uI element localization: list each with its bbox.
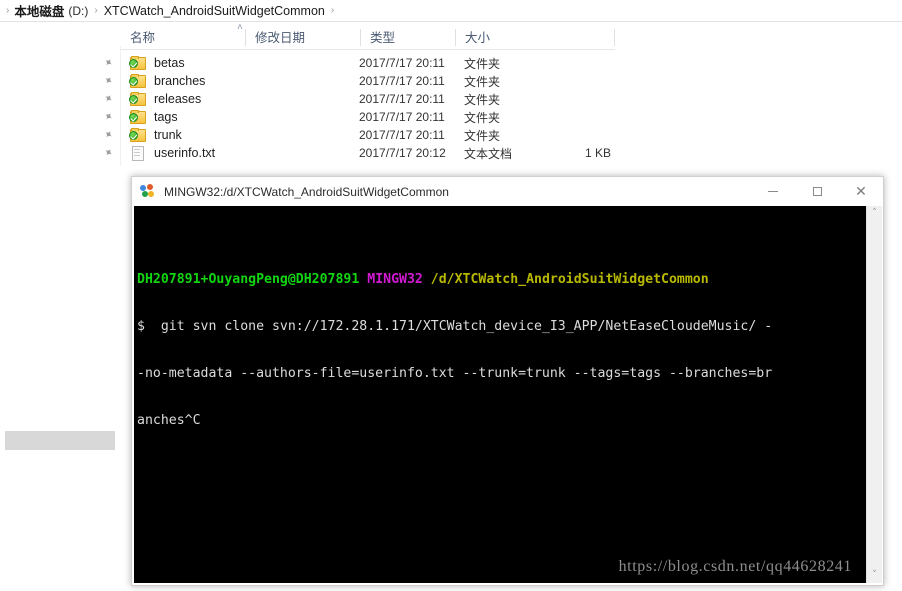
- file-date: 2017/7/17 20:11: [359, 110, 445, 124]
- column-divider-4[interactable]: [614, 29, 615, 46]
- command-line-wrap: anches^C: [137, 412, 201, 428]
- file-name: betas: [154, 56, 185, 70]
- table-row[interactable]: branches 2017/7/17 20:11 文件夹: [129, 72, 620, 90]
- command-line: $ git svn clone svn://172.28.1.171/XTCWa…: [137, 319, 773, 335]
- file-list-panel: 名称 ˄ 修改日期 类型 大小 ✦ ✦ ✦ ✦ ✦ ✦ betas 2017/7…: [0, 22, 902, 167]
- file-name: trunk: [154, 128, 182, 142]
- prompt-shell: MINGW32: [367, 272, 423, 288]
- column-divider-1[interactable]: [245, 29, 246, 46]
- scroll-up-arrow-icon[interactable]: ˄: [867, 206, 882, 221]
- file-type: 文件夹: [464, 56, 501, 71]
- file-name: userinfo.txt: [154, 146, 216, 160]
- column-header-name[interactable]: 名称: [130, 27, 155, 46]
- prompt-line: DH207891+OuyangPeng@DH207891 MINGW32 /d/…: [137, 272, 868, 288]
- name-column-left-rule: [120, 46, 121, 166]
- breadcrumb-leading-chevron-icon[interactable]: ›: [0, 5, 14, 16]
- file-type: 文本文档: [464, 146, 513, 161]
- scrollbar-thumb[interactable]: [868, 222, 881, 567]
- file-date: 2017/7/17 20:11: [359, 74, 445, 88]
- breadcrumb-chevron-2-icon[interactable]: ›: [325, 5, 340, 16]
- pin-icon[interactable]: ✦: [96, 141, 119, 165]
- mingw32-terminal-window[interactable]: MINGW32:/d/XTCWatch_AndroidSuitWidgetCom…: [131, 176, 884, 586]
- window-titlebar[interactable]: MINGW32:/d/XTCWatch_AndroidSuitWidgetCom…: [132, 177, 883, 206]
- maximize-button[interactable]: [795, 177, 839, 206]
- window-title: MINGW32:/d/XTCWatch_AndroidSuitWidgetCom…: [164, 184, 449, 199]
- file-list-column-headers: 名称 ˄ 修改日期 类型 大小: [120, 23, 620, 49]
- file-date: 2017/7/17 20:12: [359, 146, 446, 160]
- pin-column: ✦ ✦ ✦ ✦ ✦ ✦: [100, 54, 116, 162]
- file-type: 文件夹: [464, 74, 501, 89]
- watermark-text: https://blog.csdn.net/qq44628241: [618, 558, 852, 576]
- command-line-wrap: -no-metadata --authors-file=userinfo.txt…: [137, 365, 773, 381]
- sort-ascending-icon[interactable]: ˄: [237, 23, 243, 33]
- scroll-down-arrow-icon[interactable]: ˅: [867, 568, 882, 583]
- breadcrumb-item-folder[interactable]: XTCWatch_AndroidSuitWidgetCommon: [104, 4, 325, 18]
- folder-svn-icon: [129, 110, 146, 124]
- breadcrumb[interactable]: › 本地磁盘 (D:) › XTCWatch_AndroidSuitWidget…: [0, 0, 902, 21]
- folder-svn-icon: [129, 92, 146, 106]
- file-date: 2017/7/17 20:11: [359, 128, 445, 142]
- table-row[interactable]: trunk 2017/7/17 20:11 文件夹: [129, 126, 620, 144]
- file-rows: betas 2017/7/17 20:11 文件夹 branches 2017/…: [129, 54, 620, 162]
- file-type: 文件夹: [464, 110, 501, 125]
- gray-placeholder-block: [5, 431, 115, 450]
- file-size: 1 KB: [584, 146, 611, 160]
- column-divider-2[interactable]: [360, 29, 361, 46]
- table-row[interactable]: tags 2017/7/17 20:11 文件夹: [129, 108, 620, 126]
- table-row[interactable]: userinfo.txt 2017/7/17 20:12 文本文档 1 KB: [130, 144, 620, 162]
- file-name: branches: [154, 74, 206, 88]
- prompt-user-host: DH207891+OuyangPeng@DH207891: [137, 272, 360, 288]
- close-button[interactable]: ✕: [839, 177, 883, 206]
- breadcrumb-chevron-1-icon[interactable]: ›: [88, 5, 103, 16]
- file-type: 文件夹: [464, 92, 501, 107]
- prompt-path: /d/XTCWatch_AndroidSuitWidgetCommon: [430, 272, 709, 288]
- minimize-button[interactable]: [751, 177, 795, 206]
- terminal-scrollbar[interactable]: ˄ ˅: [866, 206, 882, 583]
- git-bash-icon: [140, 184, 155, 199]
- text-document-icon: [130, 146, 146, 161]
- file-date: 2017/7/17 20:11: [359, 56, 445, 70]
- folder-svn-icon: [129, 74, 146, 88]
- column-header-size[interactable]: 大小: [465, 27, 490, 46]
- column-header-date[interactable]: 修改日期: [255, 27, 305, 46]
- folder-svn-icon: [129, 128, 146, 142]
- breadcrumb-item-drive-letter[interactable]: (D:): [68, 4, 88, 18]
- column-header-divider: [120, 49, 615, 50]
- breadcrumb-item-drive-label[interactable]: 本地磁盘: [14, 1, 64, 20]
- table-row[interactable]: releases 2017/7/17 20:11 文件夹: [129, 90, 620, 108]
- table-row[interactable]: betas 2017/7/17 20:11 文件夹: [129, 54, 620, 72]
- file-type: 文件夹: [464, 128, 501, 143]
- window-controls: ✕: [751, 177, 883, 206]
- file-name: releases: [154, 92, 202, 106]
- folder-svn-icon: [129, 56, 146, 70]
- column-header-type[interactable]: 类型: [370, 27, 395, 46]
- column-divider-3[interactable]: [455, 29, 456, 46]
- terminal-output[interactable]: DH207891+OuyangPeng@DH207891 MINGW32 /d/…: [134, 206, 868, 583]
- file-date: 2017/7/17 20:11: [359, 92, 445, 106]
- file-name: tags: [154, 110, 178, 124]
